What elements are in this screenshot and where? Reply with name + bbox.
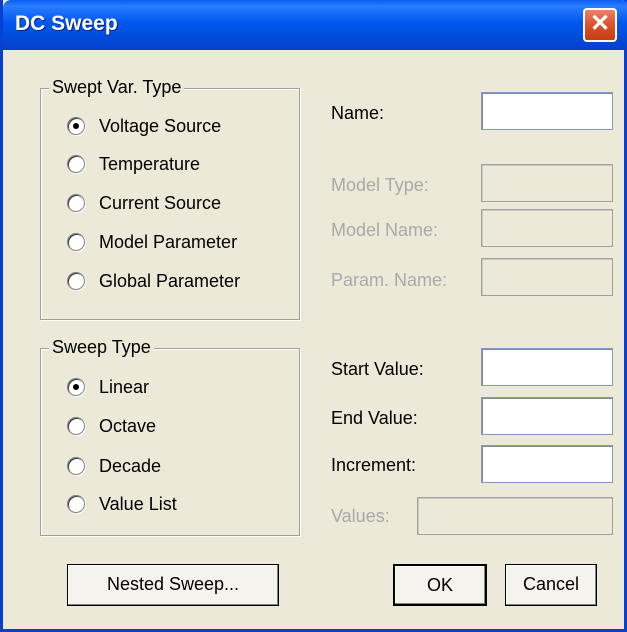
cancel-button[interactable]: Cancel bbox=[505, 564, 597, 606]
radio-button[interactable] bbox=[67, 233, 85, 251]
radio-button-checked[interactable] bbox=[67, 378, 85, 396]
param-name-input bbox=[481, 258, 613, 296]
radio-octave[interactable]: Octave bbox=[67, 412, 156, 440]
radio-label: Value List bbox=[99, 493, 177, 514]
close-button[interactable]: ✕ bbox=[583, 8, 617, 42]
model-type-input bbox=[481, 164, 613, 202]
name-input-box[interactable] bbox=[482, 93, 612, 129]
end-value-input-box[interactable] bbox=[482, 398, 612, 434]
radio-model-parameter[interactable]: Model Parameter bbox=[67, 228, 237, 256]
sweep-type-title: Sweep Type bbox=[49, 337, 154, 358]
radio-label: Octave bbox=[99, 415, 157, 436]
name-label: Name: bbox=[331, 103, 385, 123]
window-title: DC Sweep bbox=[15, 12, 118, 35]
radio-button[interactable] bbox=[67, 155, 85, 173]
increment-label: Increment: bbox=[331, 455, 417, 475]
radio-button[interactable] bbox=[67, 272, 85, 290]
model-name-label: Model Name: bbox=[331, 220, 439, 240]
values-label: Values: bbox=[331, 506, 390, 526]
radio-button[interactable] bbox=[67, 194, 85, 212]
radio-label: Linear bbox=[99, 376, 150, 397]
radio-label: Current Source bbox=[99, 192, 222, 213]
start-value-input[interactable] bbox=[481, 348, 613, 386]
radio-linear[interactable]: Linear bbox=[67, 373, 149, 401]
radio-label: Decade bbox=[99, 455, 162, 476]
end-value-input[interactable] bbox=[481, 397, 613, 435]
radio-button[interactable] bbox=[67, 495, 85, 513]
increment-input-box[interactable] bbox=[482, 446, 612, 482]
dc-sweep-dialog: DC Sweep ✕ Swept Var. Type Voltage Sourc… bbox=[0, 0, 627, 632]
radio-button[interactable] bbox=[67, 457, 85, 475]
model-type-label: Model Type: bbox=[331, 175, 429, 195]
swept-var-type-title: Swept Var. Type bbox=[49, 77, 185, 98]
start-value-label: Start Value: bbox=[331, 359, 424, 379]
name-input[interactable] bbox=[481, 92, 613, 130]
radio-label: Voltage Source bbox=[99, 115, 222, 136]
radio-current-source[interactable]: Current Source bbox=[67, 189, 221, 217]
close-icon: ✕ bbox=[589, 10, 611, 37]
radio-temperature[interactable]: Temperature bbox=[67, 150, 200, 178]
radio-label: Global Parameter bbox=[99, 270, 241, 291]
radio-value-list[interactable]: Value List bbox=[67, 490, 177, 518]
radio-global-parameter[interactable]: Global Parameter bbox=[67, 267, 240, 295]
title-bar[interactable]: DC Sweep ✕ bbox=[3, 0, 627, 50]
nested-sweep-button[interactable]: Nested Sweep... bbox=[67, 564, 279, 606]
radio-label: Temperature bbox=[99, 153, 201, 174]
radio-decade[interactable]: Decade bbox=[67, 452, 161, 480]
end-value-label: End Value: bbox=[331, 408, 418, 428]
param-name-label: Param. Name: bbox=[331, 270, 448, 290]
increment-input[interactable] bbox=[481, 445, 613, 483]
ok-button[interactable]: OK bbox=[393, 564, 487, 606]
model-name-input bbox=[481, 209, 613, 247]
radio-button-checked[interactable] bbox=[67, 117, 85, 135]
radio-button[interactable] bbox=[67, 417, 85, 435]
values-input bbox=[417, 497, 613, 535]
radio-label: Model Parameter bbox=[99, 231, 238, 252]
radio-voltage-source[interactable]: Voltage Source bbox=[67, 112, 221, 140]
start-value-input-box[interactable] bbox=[482, 349, 612, 385]
